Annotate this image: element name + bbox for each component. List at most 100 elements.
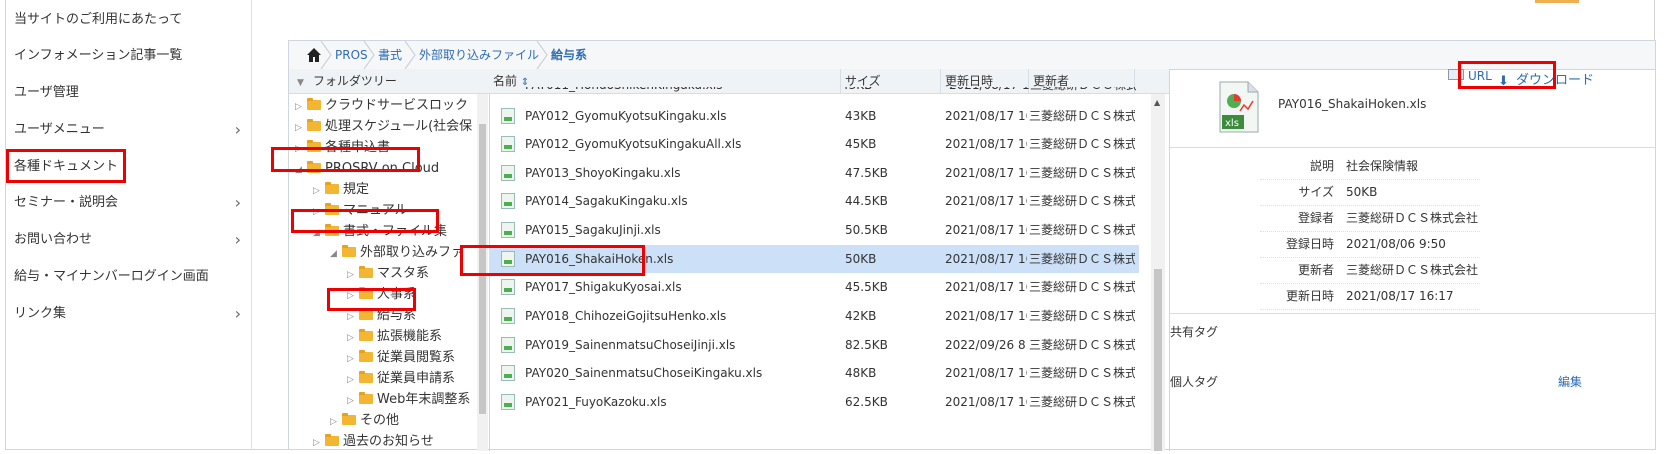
table-row[interactable]: PAY015_SagakuJinji.xls 50.5KB 2021/08/17 1… xyxy=(489,216,1139,244)
menu-item-site-usage[interactable]: 当サイトのご利用にあたって xyxy=(14,6,249,34)
folder-icon xyxy=(342,244,356,258)
tree-item[interactable]: ▷ 規定 xyxy=(313,179,369,200)
detail-panel: xls PAY016_ShakaiHoken.xls URL ⬇ ダウンロード 説… xyxy=(1169,69,1656,451)
menu-item-user-menu[interactable]: ユーザメニュー › xyxy=(14,116,249,144)
expand-icon[interactable]: ▷ xyxy=(295,139,307,160)
url-button[interactable]: URL xyxy=(1448,69,1492,83)
excel-file-icon xyxy=(501,165,515,181)
folder-icon xyxy=(307,160,321,174)
download-button[interactable]: ⬇ ダウンロード xyxy=(1498,69,1594,89)
menu-item-links[interactable]: リンク集 › xyxy=(14,300,249,328)
collapse-icon[interactable]: ◢ xyxy=(295,160,307,181)
tree-item-payroll[interactable]: ▷ 給与系 xyxy=(347,305,416,326)
breadcrumb-shoshiki[interactable]: 書式 xyxy=(378,41,402,69)
top-accent xyxy=(1535,0,1579,3)
tree-item[interactable]: ▷ 従業員申請系 xyxy=(347,368,455,389)
personal-tag-label: 個人タグ xyxy=(1170,375,1219,389)
tree-item[interactable]: ▷ Web年末調整系 xyxy=(347,389,470,410)
menu-item-payroll-login[interactable]: 給与・マイナンバーログイン画面 xyxy=(14,263,249,291)
table-row[interactable]: PAY019_SainenmatsuChoseiJinji.xls 82.5KB 2… xyxy=(489,331,1139,359)
folder-icon xyxy=(359,328,373,342)
breadcrumb-separator-icon xyxy=(536,41,548,69)
collapse-icon[interactable]: ◢ xyxy=(330,244,342,265)
menu-item-user-admin[interactable]: ユーザ管理 xyxy=(14,79,249,107)
breadcrumb-external-files[interactable]: 外部取り込みファイル xyxy=(419,41,539,69)
tree-item[interactable]: ▷ 拡張機能系 xyxy=(347,326,442,347)
tree-item[interactable]: ▷ 従業員閲覧系 xyxy=(347,347,455,368)
tree-scrollbar[interactable] xyxy=(477,94,488,451)
expand-icon[interactable]: ▷ xyxy=(295,97,307,118)
file-list: 名前 ⇕ サイズ 更新日時 更新者 PAY011_HondoShikenKing… xyxy=(489,69,1169,451)
tree-item[interactable]: ▷ マスタ系 xyxy=(347,263,429,284)
excel-file-icon xyxy=(501,136,515,152)
top-strip xyxy=(252,0,1655,6)
excel-file-icon xyxy=(501,222,515,238)
expand-icon[interactable]: ▷ xyxy=(347,370,359,391)
tree-item[interactable]: ▷ 各種申込書 xyxy=(295,137,390,158)
tree-item[interactable]: ▷ 過去のお知らせ xyxy=(313,431,434,451)
table-row[interactable]: PAY017_ShigakuKyosai.xls 45.5KB 2021/08/17… xyxy=(489,273,1139,301)
tree-item[interactable]: ▷ 人事系 xyxy=(347,284,416,305)
menu-item-information[interactable]: インフォメーション記事一覧 xyxy=(14,42,249,70)
expand-icon[interactable]: ▷ xyxy=(313,433,325,451)
file-list-scrollbar[interactable]: ▲ xyxy=(1151,94,1165,451)
tree-scrollbar-thumb[interactable] xyxy=(479,124,486,414)
tree-item-prosrv[interactable]: ◢ PROSRV on Cloud xyxy=(295,158,439,179)
folder-icon xyxy=(325,223,339,237)
menu-item-seminar[interactable]: セミナー・説明会 › xyxy=(14,189,249,217)
excel-file-icon xyxy=(501,108,515,124)
prop-row-registrant: 登録者 三菱総研ＤＣＳ株式会社 xyxy=(1260,205,1480,232)
folder-icon xyxy=(307,139,321,153)
expand-icon[interactable]: ▷ xyxy=(347,307,359,328)
download-icon: ⬇ xyxy=(1498,74,1509,89)
menu-item-documents[interactable]: 各種ドキュメント xyxy=(14,153,249,181)
tree-item[interactable]: ▷ クラウドサービスロック xyxy=(295,95,468,116)
tree-item[interactable]: ▷ その他 xyxy=(330,410,399,431)
table-row[interactable]: PAY021_FuyoKazoku.xls62.5KB2021/08/17 16… xyxy=(489,388,1139,416)
expand-icon[interactable]: ▷ xyxy=(347,328,359,349)
prop-row-size: サイズ 50KB xyxy=(1260,179,1480,206)
table-row[interactable]: PAY018_ChihozeiGojitsuHenko.xls 42KB 2021/… xyxy=(489,302,1139,330)
file-list-scrollbar-thumb[interactable] xyxy=(1154,269,1162,451)
edit-personal-tag-link[interactable]: 編集 xyxy=(1558,373,1582,390)
table-row[interactable]: PAY020_SainenmatsuChoseiKingaku.xls 48KB 2… xyxy=(489,359,1139,387)
expand-icon[interactable]: ▷ xyxy=(313,202,325,223)
tree-item[interactable]: ◢ 外部取り込みファ xyxy=(330,242,464,263)
detail-filename: PAY016_ShakaiHoken.xls xyxy=(1278,97,1427,111)
tree-item-forms[interactable]: ◢ 書式・ファイル集 xyxy=(313,221,447,242)
expand-icon[interactable]: ▷ xyxy=(347,265,359,286)
table-row[interactable]: PAY011_HondoShikenKingaku.xls 43KB 2021/… xyxy=(489,87,1139,99)
expand-icon[interactable]: ▷ xyxy=(330,412,342,433)
breadcrumb-separator-icon xyxy=(363,41,375,69)
collapse-icon[interactable]: ◢ xyxy=(313,223,325,244)
folder-icon xyxy=(359,307,373,321)
table-row[interactable]: PAY012_GyomuKyotsuKingakuAll.xls 45KB 2021… xyxy=(489,130,1139,158)
folder-tree: ▼ フォルダツリー ▷ クラウドサービスロック ▷ 処理スケジュール(社会保 ▷ 各種… xyxy=(289,69,490,451)
expand-icon[interactable]: ▷ xyxy=(347,391,359,412)
scroll-up-icon[interactable]: ▲ xyxy=(1154,98,1160,107)
chevron-right-icon: › xyxy=(234,230,241,249)
expand-icon[interactable]: ▷ xyxy=(295,118,307,139)
expand-icon[interactable]: ▷ xyxy=(347,349,359,370)
excel-file-icon xyxy=(501,337,515,353)
folder-icon xyxy=(342,412,356,426)
excel-file-large-icon: xls xyxy=(1219,81,1259,133)
tree-item[interactable]: ▷ マニュアル xyxy=(313,200,408,221)
expand-icon[interactable]: ▷ xyxy=(313,181,325,202)
folder-icon xyxy=(307,97,321,111)
table-row[interactable]: PAY012_GyomuKyotsuKingaku.xls 43KB 2021/08… xyxy=(489,102,1139,130)
folder-icon xyxy=(359,370,373,384)
folder-icon xyxy=(307,118,321,132)
breadcrumb-separator-icon xyxy=(404,41,416,69)
table-row-selected[interactable]: PAY016_ShakaiHoken.xls50KB2021/08/17 16:… xyxy=(489,245,1139,273)
excel-file-icon xyxy=(501,251,515,267)
chevron-right-icon: › xyxy=(234,304,241,323)
table-row[interactable]: PAY013_ShoyoKingaku.xls 47.5KB 2021/08/17 … xyxy=(489,159,1139,187)
menu-item-contact[interactable]: お問い合わせ › xyxy=(14,226,249,254)
expand-icon[interactable]: ▷ xyxy=(347,286,359,307)
folder-icon xyxy=(359,265,373,279)
detail-divider xyxy=(1170,147,1656,148)
folder-tree-header[interactable]: ▼ フォルダツリー xyxy=(289,69,489,94)
tree-item[interactable]: ▷ 処理スケジュール(社会保 xyxy=(295,116,472,137)
table-row[interactable]: PAY014_SagakuKingaku.xls 44.5KB 2021/08/17… xyxy=(489,187,1139,215)
